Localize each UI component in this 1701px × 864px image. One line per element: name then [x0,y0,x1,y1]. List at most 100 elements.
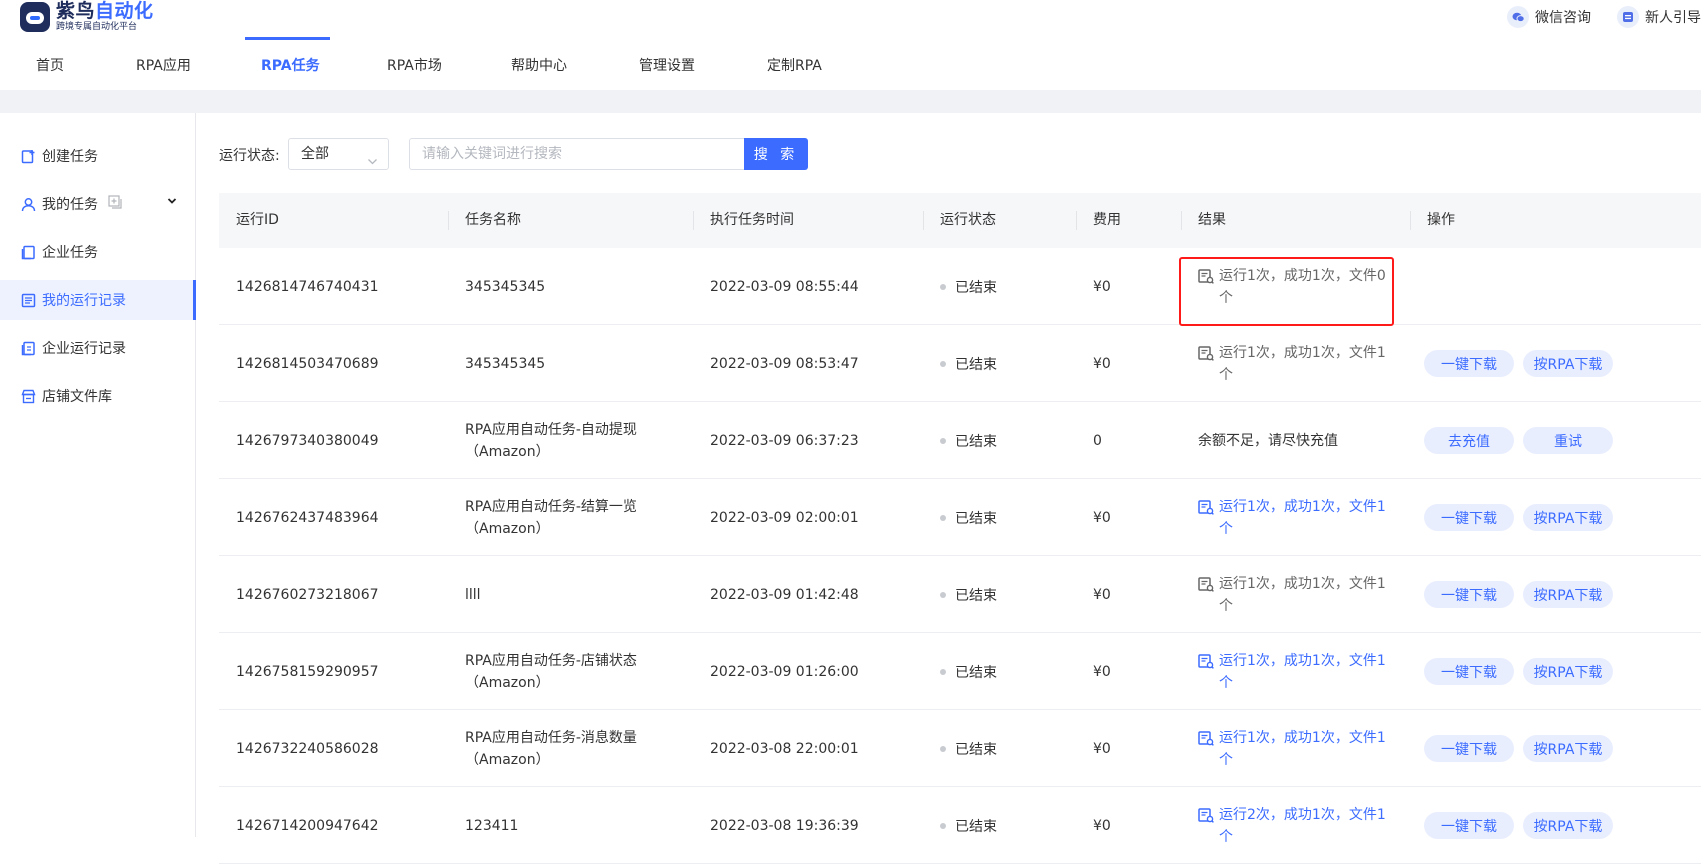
fee-cell: 0 [1093,432,1102,449]
sidebar-item-enterprise-tasks[interactable]: 企业任务 [0,232,195,272]
table-header: 运行ID 任务名称 执行任务时间 运行状态 费用 结果 操作 [219,193,1701,248]
download-by-rpa-button[interactable]: 按RPA下载 [1523,350,1613,377]
run-status-cell: 已结束 [923,402,997,479]
run-id-cell: 1426758159290957 [236,663,379,680]
chevron-down-icon[interactable] [167,194,177,210]
actions-cell [1407,248,1424,325]
result-cell: 运行1次，成功1次，文件1 个 [1181,325,1403,402]
file-search-icon [1198,807,1214,823]
one-click-download-button[interactable]: 一键下载 [1424,735,1514,762]
fee-cell: ¥0 [1093,740,1111,757]
one-click-download-button[interactable]: 一键下载 [1424,812,1514,839]
nav-item-rpa-apps[interactable]: RPA应用 [136,50,191,90]
exec-time-cell: 2022-03-09 02:00:01 [710,509,859,526]
download-by-rpa-button[interactable]: 按RPA下载 [1523,581,1613,608]
wechat-consult-button[interactable]: 微信咨询 [1507,6,1591,28]
result-cell: 余额不足，请尽快充值 [1181,402,1403,479]
nav-item-management[interactable]: 管理设置 [639,50,695,90]
brand-logo[interactable]: 紫鸟自动化 跨境专属自动化平台 [20,2,154,32]
one-click-download-button[interactable]: 一键下载 [1424,581,1514,608]
sidebar-item-label: 创建任务 [42,149,98,165]
exec-time-cell: 2022-03-08 22:00:01 [710,740,859,757]
sidebar-item-store-file-library[interactable]: 店铺文件库 [0,376,195,416]
run-status-cell: 已结束 [923,710,997,787]
run-id-cell: 1426814746740431 [236,278,379,295]
header-actions: 微信咨询 新人引导 [1507,6,1701,28]
recharge-button[interactable]: 去充值 [1424,427,1514,454]
run-status-cell: 已结束 [923,556,997,633]
nav-item-rpa-market[interactable]: RPA市场 [387,50,442,90]
status-dot [940,283,946,290]
download-by-rpa-button[interactable]: 按RPA下载 [1523,735,1613,762]
result-line: 运行1次，成功1次，文件1 [1219,498,1386,515]
one-click-download-button[interactable]: 一键下载 [1424,658,1514,685]
table-row: 1426760273218067 llll 2022-03-09 01:42:48 已… [219,556,1701,633]
add-task-icon[interactable] [108,195,122,213]
sidebar-item-my-tasks[interactable]: 我的任务 [0,184,195,224]
task-name-line: 345345345 [465,355,546,372]
sidebar-item-label: 我的任务 [42,197,98,213]
fee-cell: ¥0 [1093,355,1111,372]
actions-cell: 一键下载 按RPA下载 [1407,710,1622,787]
result-summary[interactable]: 运行2次，成功1次，文件1 个 [1198,804,1403,848]
task-name-cell: RPA应用自动任务-消息数量 （Amazon） [448,710,637,787]
status-dot [940,360,946,367]
book-icon [20,244,36,260]
status-dot [940,745,946,752]
list-icon [20,292,36,308]
retry-button[interactable]: 重试 [1523,427,1613,454]
sidebar-item-my-run-records[interactable]: 我的运行记录 [0,280,196,320]
result-cell: 运行1次，成功1次，文件1 个 [1181,556,1403,633]
table-row: 1426714200947642 123411 2022-03-08 19:36:3… [219,787,1701,864]
sidebar-item-enterprise-run-records[interactable]: 企业运行记录 [0,328,195,368]
result-line: 运行1次，成功1次，文件1 [1219,344,1386,361]
table-row: 1426732240586028 RPA应用自动任务-消息数量 （Amazon） 20… [219,710,1701,787]
sidebar-item-create-task[interactable]: 创建任务 [0,136,195,176]
result-summary[interactable]: 运行1次，成功1次，文件1 个 [1198,496,1403,540]
actions-cell: 一键下载 按RPA下载 [1407,325,1622,402]
column-header-actions: 操作 [1410,193,1455,248]
sidebar-item-label: 企业运行记录 [42,341,126,357]
book-icon [20,340,36,356]
file-search-icon [1198,499,1214,515]
task-name-cell: llll [448,556,481,633]
nav-item-home[interactable]: 首页 [36,50,64,90]
search-button[interactable]: 搜 索 [744,138,808,170]
download-by-rpa-button[interactable]: 按RPA下载 [1523,812,1613,839]
nav-item-custom-rpa[interactable]: 定制RPA [767,50,822,90]
column-header-result: 结果 [1181,193,1226,248]
store-icon [20,388,36,404]
run-status-select[interactable]: 全部 [288,138,389,170]
file-search-icon [1198,653,1214,669]
column-header-task-name: 任务名称 [448,193,521,248]
run-status-text: 已结束 [955,433,997,450]
table-row: 1426797340380049 RPA应用自动任务-自动提现 （Amazon） 20… [219,402,1701,479]
nav-item-rpa-tasks[interactable]: RPA任务 [261,50,320,90]
exec-time-cell: 2022-03-09 08:53:47 [710,355,859,372]
result-summary[interactable]: 运行1次，成功1次，文件1 个 [1198,727,1403,771]
exec-time-cell: 2022-03-08 19:36:39 [710,817,859,834]
result-summary[interactable]: 运行1次，成功1次，文件1 个 [1198,650,1403,694]
download-by-rpa-button[interactable]: 按RPA下载 [1523,658,1613,685]
task-name-cell: 345345345 [448,248,545,325]
task-name-line: RPA应用自动任务-店铺状态 [465,652,637,669]
task-name-cell: 345345345 [448,325,545,402]
table-row: 1426762437483964 RPA应用自动任务-结算一览 （Amazon） 20… [219,479,1701,556]
result-line: 个 [1219,674,1233,691]
fee-cell: ¥0 [1093,586,1111,603]
result-line: 运行1次，成功1次，文件1 [1219,575,1386,592]
result-cell: 运行1次，成功1次，文件1 个 [1181,479,1403,556]
one-click-download-button[interactable]: 一键下载 [1424,504,1514,531]
result-line: 个 [1219,597,1233,614]
nav-item-help-center[interactable]: 帮助中心 [511,50,567,90]
exec-time-cell: 2022-03-09 01:42:48 [710,586,859,603]
run-status-cell: 已结束 [923,633,997,710]
one-click-download-button[interactable]: 一键下载 [1424,350,1514,377]
download-by-rpa-button[interactable]: 按RPA下载 [1523,504,1613,531]
newbie-guide-button[interactable]: 新人引导 [1617,6,1701,28]
sidebar: 创建任务 我的任务 企业任务 我的运行记录 企业运行记录 店铺文件库 [0,113,196,837]
exec-time-cell: 2022-03-09 06:37:23 [710,432,859,449]
search-input[interactable] [409,138,745,170]
file-search-icon [1198,345,1214,361]
column-header-run-status: 运行状态 [923,193,996,248]
